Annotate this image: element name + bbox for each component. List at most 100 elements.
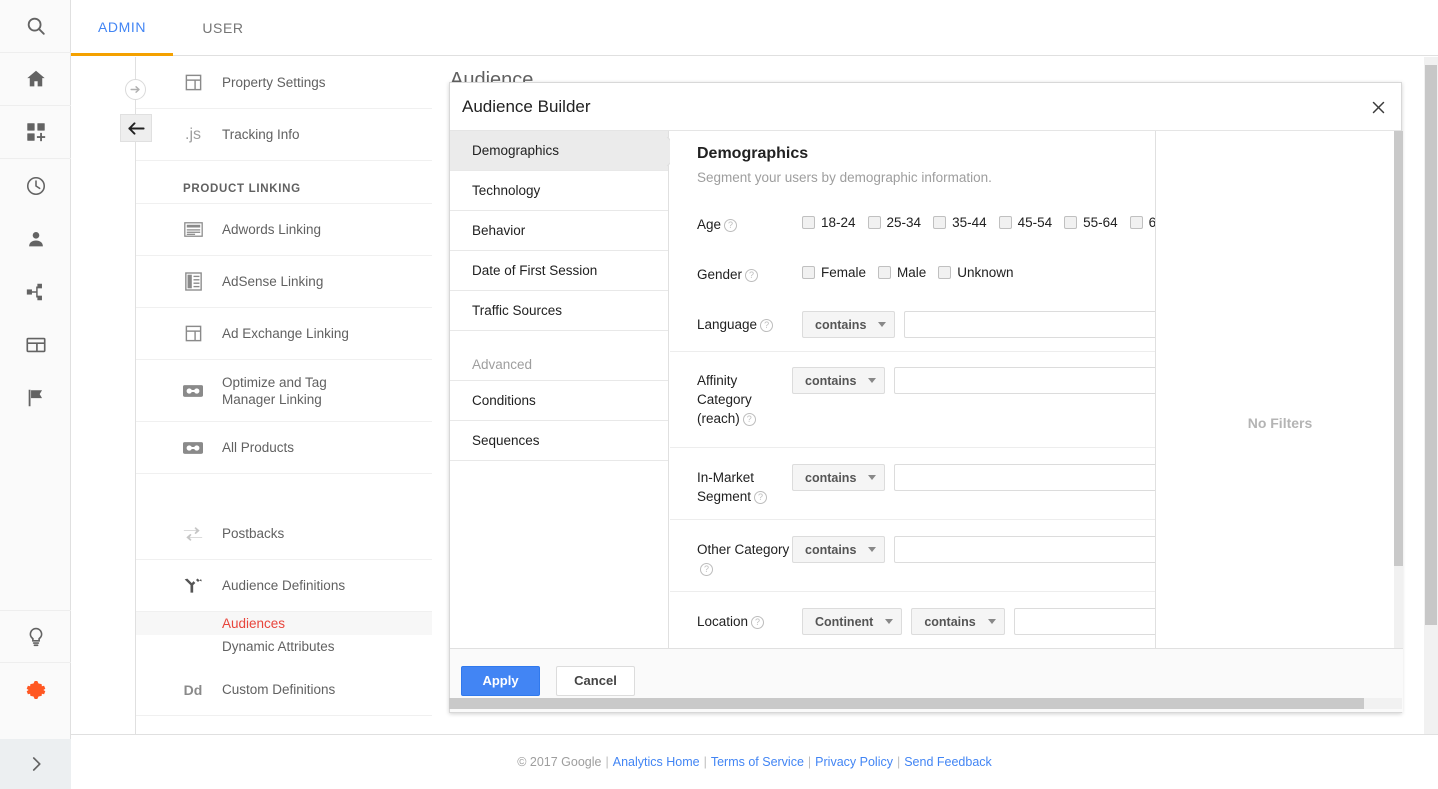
dialog-category-demographics[interactable]: Demographics [450,131,668,171]
age-option-65-plus[interactable]: 65+ [1129,215,1155,230]
nav-item-all-products[interactable]: All Products [136,422,432,474]
person-icon[interactable] [0,212,71,265]
dialog-category-sequences[interactable]: Sequences [450,421,668,461]
nav-back-button[interactable] [120,114,152,142]
option-label: Female [821,265,867,280]
dialog-category-date-of-first-session[interactable]: Date of First Session [450,251,668,291]
checkbox[interactable] [998,216,1012,229]
customization-icon[interactable] [0,106,71,159]
nav-item-postbacks[interactable]: Postbacks [136,508,432,560]
cancel-button[interactable]: Cancel [556,665,635,696]
nav-item-ad-exchange-linking[interactable]: Ad Exchange Linking [136,308,432,360]
acquisition-icon[interactable] [0,265,71,318]
checkbox[interactable] [867,216,881,229]
language-operator-select[interactable]: contains [802,311,896,338]
form-title: Demographics [697,145,809,162]
help-icon[interactable]: ? [724,219,738,232]
help-icon[interactable]: ? [742,413,756,426]
nav-item-tracking-info[interactable]: .js Tracking Info [136,109,432,161]
checkbox[interactable] [878,266,892,279]
page-vertical-scrollbar-thumb[interactable] [1425,65,1437,625]
option-label: Unknown [957,265,1014,280]
tab-admin[interactable]: ADMIN [71,0,173,56]
nav-item-data-import[interactable]: Dd Data Import [136,716,432,735]
footer-link-terms-of-service[interactable]: Terms of Service [711,755,804,769]
location-operator-select[interactable]: contains [911,608,1005,635]
nav-subitem-dynamic-attributes[interactable]: Dynamic Attributes [136,635,432,658]
form-row-affinity-category: Affinity Category (reach)? contains [670,367,1155,448]
gender-option-male[interactable]: Male [878,265,926,280]
gender-option-unknown[interactable]: Unknown [938,265,1014,280]
age-checkbox-group: 18-24 25-34 35-44 45-54 55-64 6 [802,211,1155,230]
location-dimension-select[interactable]: Continent [802,608,903,635]
dialog-vertical-scrollbar-thumb[interactable] [1394,131,1403,566]
other-category-operator-select[interactable]: contains [792,536,886,563]
in-market-value-input[interactable] [894,464,1155,491]
footer-link-privacy-policy[interactable]: Privacy Policy [815,755,893,769]
nav-forward-button[interactable] [125,79,146,100]
operator-label: contains [815,317,867,332]
dialog-vertical-scrollbar[interactable] [1394,131,1403,649]
clock-icon[interactable] [0,159,71,212]
checkbox[interactable] [802,266,815,279]
category-label: Sequences [472,433,540,448]
dialog-horizontal-scrollbar[interactable] [449,698,1402,709]
nav-item-property-settings[interactable]: Property Settings [136,57,432,109]
checkbox[interactable] [1064,216,1078,229]
nav-item-adwords-linking[interactable]: Adwords Linking [136,204,432,256]
dialog-category-behavior[interactable]: Behavior [450,211,668,251]
footer-link-analytics-home[interactable]: Analytics Home [613,755,700,769]
dialog-category-technology[interactable]: Technology [450,171,668,211]
nav-item-adsense-linking[interactable]: AdSense Linking [136,256,432,308]
nav-item-custom-definitions[interactable]: Dd Custom Definitions [136,664,432,716]
nav-item-audience-definitions[interactable]: Audience Definitions [136,560,432,612]
apply-button[interactable]: Apply [461,665,540,696]
gender-option-female[interactable]: Female [802,265,866,280]
nav-subitem-audiences[interactable]: Audiences [136,612,432,635]
bulb-icon[interactable] [0,610,71,663]
chevron-down-icon [868,378,877,383]
dialog-horizontal-scrollbar-thumb[interactable] [449,698,1364,709]
affinity-operator-select[interactable]: contains [792,367,886,394]
affinity-value-input[interactable] [894,367,1155,394]
checkbox[interactable] [938,266,952,279]
form-label-language: Language? [697,311,802,334]
help-icon[interactable]: ? [745,269,759,282]
checkbox[interactable] [933,216,947,229]
form-label-gender: Gender? [697,261,802,284]
flag-icon[interactable] [0,371,71,424]
behavior-icon[interactable] [0,318,71,371]
search-icon[interactable] [0,0,71,53]
gear-icon[interactable] [0,663,71,716]
help-icon[interactable]: ? [700,563,713,576]
location-value-input[interactable] [1013,608,1155,635]
close-icon[interactable] [1363,92,1393,122]
language-value-input[interactable] [904,311,1155,338]
help-icon[interactable]: ? [754,491,768,504]
checkbox[interactable] [802,216,815,229]
home-icon[interactable] [0,53,71,106]
footer-separator: | [896,755,901,769]
age-option-18-24[interactable]: 18-24 [802,215,856,230]
help-icon[interactable]: ? [760,319,774,332]
checkbox[interactable] [1129,216,1143,229]
nav-item-optimize-and-tag-manager-linking[interactable]: Optimize and Tag Manager Linking [136,360,432,422]
age-option-35-44[interactable]: 35-44 [933,215,987,230]
tab-user[interactable]: USER [173,0,273,56]
page-vertical-scrollbar[interactable] [1424,57,1438,734]
footer-link-send-feedback[interactable]: Send Feedback [904,755,992,769]
nav-item-label: Audience Definitions [222,578,346,593]
link-icon [183,381,203,401]
category-label: Demographics [472,143,560,158]
age-option-45-54[interactable]: 45-54 [998,215,1052,230]
dialog-category-conditions[interactable]: Conditions [450,381,668,421]
dialog-category-traffic-sources[interactable]: Traffic Sources [450,291,668,331]
age-option-25-34[interactable]: 25-34 [867,215,921,230]
other-category-value-input[interactable] [894,536,1155,563]
form-label-age: Age? [697,211,802,234]
nav-item-label: All Products [222,440,295,455]
age-option-55-64[interactable]: 55-64 [1064,215,1118,230]
help-icon[interactable]: ? [751,616,765,629]
in-market-operator-select[interactable]: contains [792,464,886,491]
expand-rail-button[interactable] [0,739,71,789]
